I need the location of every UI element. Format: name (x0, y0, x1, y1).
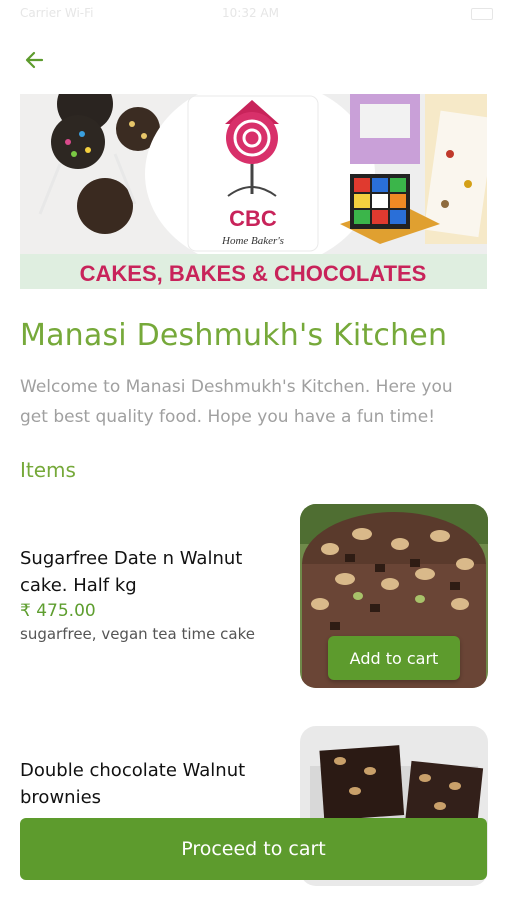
proceed-to-cart-button[interactable]: Proceed to cart (20, 818, 487, 880)
logo-text: CBC (229, 206, 277, 231)
shop-banner: CBC Home Baker's CAKES, BAKES & CHOCOLAT… (20, 94, 487, 289)
item-description: sugarfree, vegan tea time cake (20, 625, 255, 643)
list-item[interactable]: Sugarfree Date n Walnut cake. Half kg ₹ … (20, 545, 290, 643)
back-arrow-icon (25, 51, 44, 69)
items-heading: Items (20, 458, 76, 482)
item-name: Sugarfree Date n Walnut cake. Half kg (20, 548, 243, 596)
status-bar: Carrier Wi-Fi 10:32 AM (0, 0, 507, 28)
shop-description: Welcome to Manasi Deshmukh's Kitchen. He… (20, 377, 453, 427)
back-button[interactable] (22, 47, 48, 73)
add-to-cart-button[interactable]: Add to cart (328, 636, 460, 680)
status-carrier: Carrier Wi-Fi (20, 6, 94, 20)
banner-tagline: CAKES, BAKES & CHOCOLATES (80, 261, 427, 286)
battery-icon (471, 8, 493, 20)
item-price: ₹ 475.00 (20, 601, 96, 621)
status-time: 10:32 AM (222, 6, 279, 20)
shop-title: Manasi Deshmukh's Kitchen (20, 318, 448, 353)
list-item[interactable]: Double chocolate Walnut brownies (20, 757, 290, 811)
item-name: Double chocolate Walnut brownies (20, 760, 246, 808)
logo-subtext: Home Baker's (221, 235, 284, 247)
